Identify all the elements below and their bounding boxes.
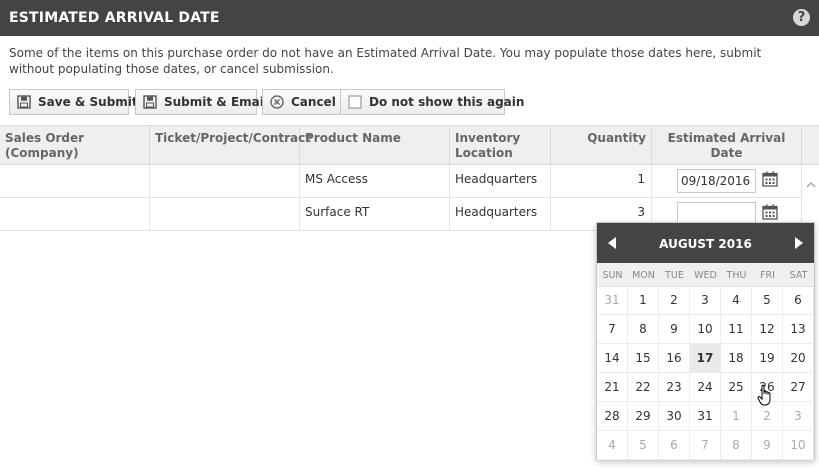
weekday-header: SUN MON TUE WED THU FRI SAT (597, 263, 814, 287)
calendar-day[interactable]: 11 (721, 315, 752, 344)
calendar-day[interactable]: 27 (783, 373, 814, 402)
email-icon (143, 95, 157, 109)
save-submit-button[interactable]: Save & Submit (9, 89, 138, 115)
calendar-day[interactable]: 20 (783, 344, 814, 373)
calendar-day[interactable]: 16 (659, 344, 690, 373)
calendar-day[interactable]: 19 (752, 344, 783, 373)
col-product-name[interactable]: Product Name (300, 126, 450, 165)
calendar-day[interactable]: 4 (721, 286, 752, 315)
eta-date-input[interactable] (677, 169, 756, 193)
calendar-day[interactable]: 17 (690, 344, 721, 373)
calendar-day[interactable]: 8 (628, 315, 659, 344)
calendar-icon[interactable] (762, 171, 778, 187)
cell-quantity: 1 (551, 165, 652, 198)
calendar-day[interactable]: 7 (597, 315, 628, 344)
col-inventory-location[interactable]: Inventory Location (450, 126, 551, 165)
intro-text: Some of the items on this purchase order… (9, 46, 762, 76)
col-eta[interactable]: Estimated Arrival Date (652, 126, 802, 165)
calendar-day[interactable]: 5 (752, 286, 783, 315)
calendar-day[interactable]: 8 (721, 431, 752, 460)
weekday-label: SAT (789, 270, 808, 281)
cell-inventory-location: Headquarters (450, 198, 551, 231)
calendar-day[interactable]: 24 (690, 373, 721, 402)
help-icon[interactable]: ? (793, 9, 810, 26)
cell-sales-order (0, 165, 150, 198)
cell-eta (652, 165, 802, 198)
calendar-day[interactable]: 3 (783, 402, 814, 431)
cancel-icon (270, 95, 284, 109)
calendar-day[interactable]: 6 (783, 286, 814, 315)
calendar-day[interactable]: 4 (597, 431, 628, 460)
table-row: MS Access Headquarters 1 (0, 165, 802, 198)
cell-ticket (150, 165, 300, 198)
calendar-day[interactable]: 13 (783, 315, 814, 344)
date-picker-popup: AUGUST 2016 SUN MON TUE WED THU FRI SAT 31 1 2 3 4… (596, 222, 815, 460)
calendar-day[interactable]: 31 (690, 402, 721, 431)
col-quantity[interactable]: Quantity (551, 126, 652, 165)
calendar-day[interactable]: 28 (597, 402, 628, 431)
calendar-day[interactable]: 15 (628, 344, 659, 373)
chevron-right-icon[interactable] (794, 237, 804, 249)
calendar-day[interactable]: 12 (752, 315, 783, 344)
chevron-up-icon[interactable] (806, 180, 816, 190)
calendar-day[interactable]: 14 (597, 344, 628, 373)
do-not-show-checkbox[interactable]: Do not show this again (340, 89, 524, 115)
cancel-button[interactable]: Cancel (262, 89, 344, 115)
calendar-day[interactable]: 9 (752, 431, 783, 460)
calendar-day[interactable]: 10 (690, 315, 721, 344)
calendar-day[interactable]: 2 (659, 286, 690, 315)
weekday-label: TUE (665, 270, 684, 281)
calendar-day[interactable]: 30 (659, 402, 690, 431)
submit-email-label: Submit & Email (164, 95, 268, 109)
calendar-day[interactable]: 2 (752, 402, 783, 431)
cell-inventory-location: Headquarters (450, 165, 551, 198)
table-header: Sales Order (Company) Ticket/Project/Con… (0, 125, 819, 165)
calendar-day[interactable]: 10 (783, 431, 814, 460)
weekday-label: WED (694, 270, 717, 281)
cell-product-name: Surface RT (300, 198, 450, 231)
do-not-show-label: Do not show this again (369, 95, 525, 109)
checkbox-icon[interactable] (348, 95, 362, 109)
calendar-day[interactable]: 25 (721, 373, 752, 402)
cell-ticket (150, 198, 300, 231)
calendar-day[interactable]: 26 (752, 373, 783, 402)
calendar-day[interactable]: 1 (628, 286, 659, 315)
date-picker-header: AUGUST 2016 (597, 223, 814, 263)
calendar-day[interactable]: 23 (659, 373, 690, 402)
col-ticket[interactable]: Ticket/Project/Contract (150, 126, 311, 165)
calendar-day[interactable]: 5 (628, 431, 659, 460)
weekday-label: MON (632, 270, 655, 281)
weekday-label: FRI (760, 270, 775, 281)
save-submit-label: Save & Submit (38, 95, 138, 109)
cell-sales-order (0, 198, 150, 231)
col-sales-order[interactable]: Sales Order (Company) (0, 126, 150, 165)
calendar-day[interactable]: 9 (659, 315, 690, 344)
calendar-day[interactable]: 18 (721, 344, 752, 373)
calendar-day[interactable]: 31 (597, 286, 628, 315)
save-icon (17, 95, 31, 109)
dialog-title-bar: ESTIMATED ARRIVAL DATE ? (0, 0, 819, 36)
calendar-day[interactable]: 1 (721, 402, 752, 431)
calendar-day[interactable]: 7 (690, 431, 721, 460)
weekday-label: THU (726, 270, 747, 281)
cancel-label: Cancel (291, 95, 336, 109)
calendar-icon[interactable] (762, 204, 778, 220)
calendar-day[interactable]: 21 (597, 373, 628, 402)
date-picker-month-title[interactable]: AUGUST 2016 (627, 237, 784, 251)
cell-product-name: MS Access (300, 165, 450, 198)
calendar-day[interactable]: 29 (628, 402, 659, 431)
dialog-title: ESTIMATED ARRIVAL DATE (9, 10, 220, 26)
weekday-label: SUN (602, 270, 623, 281)
calendar-day[interactable]: 6 (659, 431, 690, 460)
chevron-left-icon[interactable] (607, 237, 617, 249)
calendar-day[interactable]: 22 (628, 373, 659, 402)
calendar-day[interactable]: 3 (690, 286, 721, 315)
submit-email-button[interactable]: Submit & Email (135, 89, 268, 115)
